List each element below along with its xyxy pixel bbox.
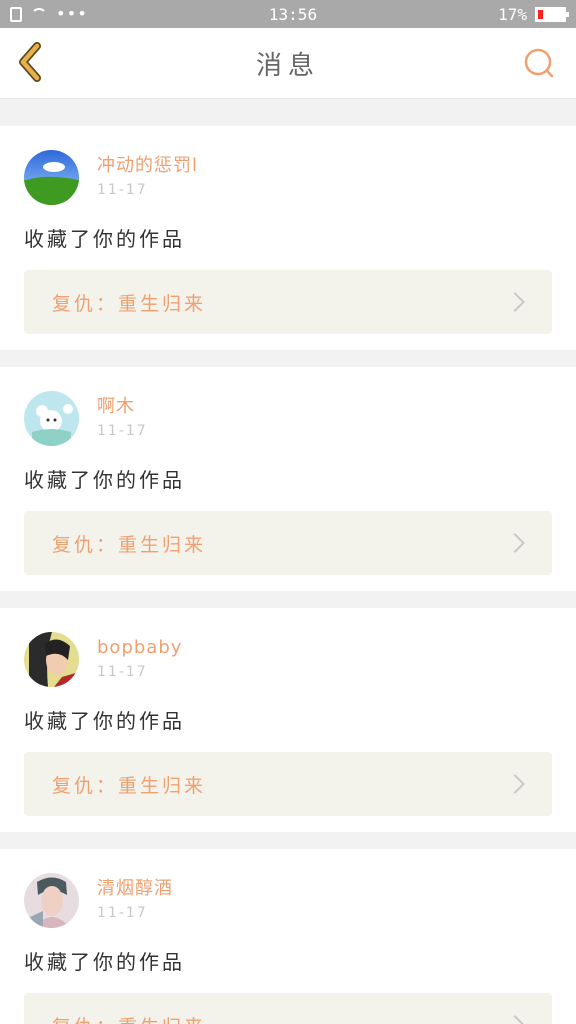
more-dots-icon: ••• — [56, 4, 88, 23]
search-icon — [524, 48, 554, 78]
message-header: bopbaby 11-17 — [24, 632, 552, 687]
chevron-right-icon — [505, 774, 525, 794]
work-title: 复仇：重生归来 — [52, 1012, 206, 1024]
top-spacer — [0, 99, 576, 126]
chevron-right-icon — [505, 292, 525, 312]
message-meta: 啊木 11-17 — [97, 391, 148, 441]
action-text: 收藏了你的作品 — [24, 468, 185, 492]
message-header: 冲动的惩罚l 11-17 — [24, 150, 552, 205]
message-card: 清烟醇酒 11-17 收藏了你的作品 复仇：重生归来 — [0, 849, 576, 1024]
message-list: 冲动的惩罚l 11-17 收藏了你的作品 复仇：重生归来 啊木 11-17 收藏… — [0, 126, 576, 1024]
status-left: ••• — [10, 6, 88, 22]
avatar[interactable] — [24, 632, 79, 687]
work-link[interactable]: 复仇：重生归来 — [24, 270, 552, 334]
message-meta: 冲动的惩罚l 11-17 — [97, 150, 198, 200]
work-link[interactable]: 复仇：重生归来 — [24, 993, 552, 1024]
chevron-right-icon — [505, 533, 525, 553]
work-link[interactable]: 复仇：重生归来 — [24, 511, 552, 575]
action-text: 收藏了你的作品 — [24, 227, 185, 251]
message-meta: bopbaby 11-17 — [97, 632, 182, 682]
timestamp: 11-17 — [97, 423, 148, 439]
header: 消息 — [0, 28, 576, 99]
avatar[interactable] — [24, 873, 79, 928]
status-time: 13:56 — [268, 4, 318, 24]
username[interactable]: bopbaby — [97, 636, 182, 660]
avatar[interactable] — [24, 150, 79, 205]
page-title: 消息 — [255, 50, 320, 81]
back-button[interactable] — [12, 42, 48, 82]
work-title: 复仇：重生归来 — [52, 774, 207, 797]
work-title: 复仇：重生归来 — [52, 533, 207, 556]
username[interactable]: 啊木 — [97, 395, 148, 419]
battery-icon — [534, 6, 569, 22]
work-link[interactable]: 复仇：重生归来 — [24, 752, 552, 816]
message-card: bopbaby 11-17 收藏了你的作品 复仇：重生归来 — [0, 608, 576, 832]
status-right: 17% — [498, 4, 569, 24]
message-header: 清烟醇酒 11-17 — [24, 873, 552, 928]
action-text: 收藏了你的作品 — [24, 709, 185, 733]
battery-percent: 17% — [498, 4, 527, 24]
avatar[interactable] — [24, 391, 79, 446]
action-text: 收藏了你的作品 — [24, 950, 185, 974]
message-meta: 清烟醇酒 11-17 — [97, 873, 173, 923]
message-card: 冲动的惩罚l 11-17 收藏了你的作品 复仇：重生归来 — [0, 126, 576, 350]
work-title: 复仇：重生归来 — [52, 292, 207, 315]
wifi-icon — [30, 7, 48, 21]
username[interactable]: 清烟醇酒 — [97, 877, 173, 901]
search-button[interactable] — [522, 46, 556, 80]
message-header: 啊木 11-17 — [24, 391, 552, 446]
username[interactable]: 冲动的惩罚l — [97, 154, 198, 178]
back-chevron-icon — [19, 42, 41, 82]
timestamp: 11-17 — [97, 905, 148, 921]
chevron-right-icon — [505, 1015, 525, 1024]
timestamp: 11-17 — [97, 182, 148, 198]
phone-icon — [10, 6, 22, 22]
status-bar: ••• 13:56 17% — [0, 0, 576, 28]
timestamp: 11-17 — [97, 664, 148, 680]
message-card: 啊木 11-17 收藏了你的作品 复仇：重生归来 — [0, 367, 576, 591]
